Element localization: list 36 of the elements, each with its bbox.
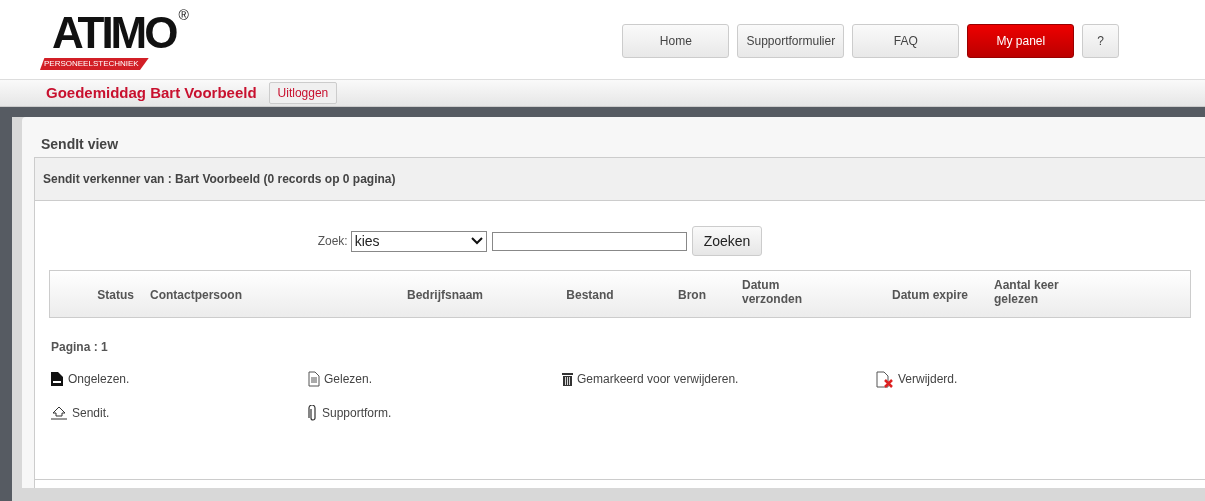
legend-label: Verwijderd. bbox=[898, 371, 958, 388]
logout-button[interactable]: Uitloggen bbox=[268, 82, 338, 104]
column-header: Aantal keer gelezen bbox=[994, 278, 1060, 306]
logo: ATIMO® PERSONEELSTECHNIEK bbox=[40, 8, 189, 70]
trash-icon bbox=[562, 372, 573, 386]
nav-button[interactable]: ? bbox=[1082, 24, 1119, 58]
nav-button[interactable]: Home bbox=[622, 24, 730, 58]
chevron-down-icon bbox=[470, 237, 483, 245]
legend-label: Supportform. bbox=[322, 405, 392, 422]
nav-button[interactable]: Supportformulier bbox=[737, 24, 845, 58]
column-header: Datum expire bbox=[892, 288, 969, 302]
legend-label: Gelezen. bbox=[324, 371, 373, 388]
deleted-document-icon bbox=[876, 370, 894, 388]
column-header: Bron bbox=[678, 288, 706, 302]
panel-title: SendIt view bbox=[40, 135, 120, 154]
legend-label: Gemarkeerd voor verwijderen. bbox=[577, 371, 739, 388]
upload-icon bbox=[50, 406, 68, 420]
column-header: Bedrijfsnaam bbox=[407, 288, 483, 302]
document-icon bbox=[50, 371, 64, 387]
search-select[interactable]: kies bbox=[350, 230, 487, 252]
greeting-text: Goedemiddag Bart Voorbeeld bbox=[46, 82, 257, 103]
paperclip-icon bbox=[308, 405, 318, 421]
panel-subtitle: Sendit verkenner van : Bart Voorbeeld (0 records op 0 pagina) bbox=[43, 171, 396, 188]
column-header: Bestand bbox=[566, 288, 614, 302]
column-header: Status bbox=[97, 288, 134, 302]
nav-button[interactable]: FAQ bbox=[852, 24, 960, 58]
column-header: Datum verzonden bbox=[742, 278, 803, 306]
search-label: Zoek: bbox=[317, 233, 348, 250]
column-header: Contactpersoon bbox=[150, 288, 240, 302]
pagination-text: Pagina : 1 bbox=[51, 339, 109, 356]
search-button[interactable]: Zoeken bbox=[691, 226, 763, 256]
nav-button[interactable]: My panel bbox=[967, 24, 1075, 58]
search-field[interactable] bbox=[491, 231, 687, 251]
legend-label: Sendit. bbox=[72, 405, 110, 422]
legend-label: Ongelezen. bbox=[68, 371, 130, 388]
document-icon bbox=[308, 371, 320, 387]
